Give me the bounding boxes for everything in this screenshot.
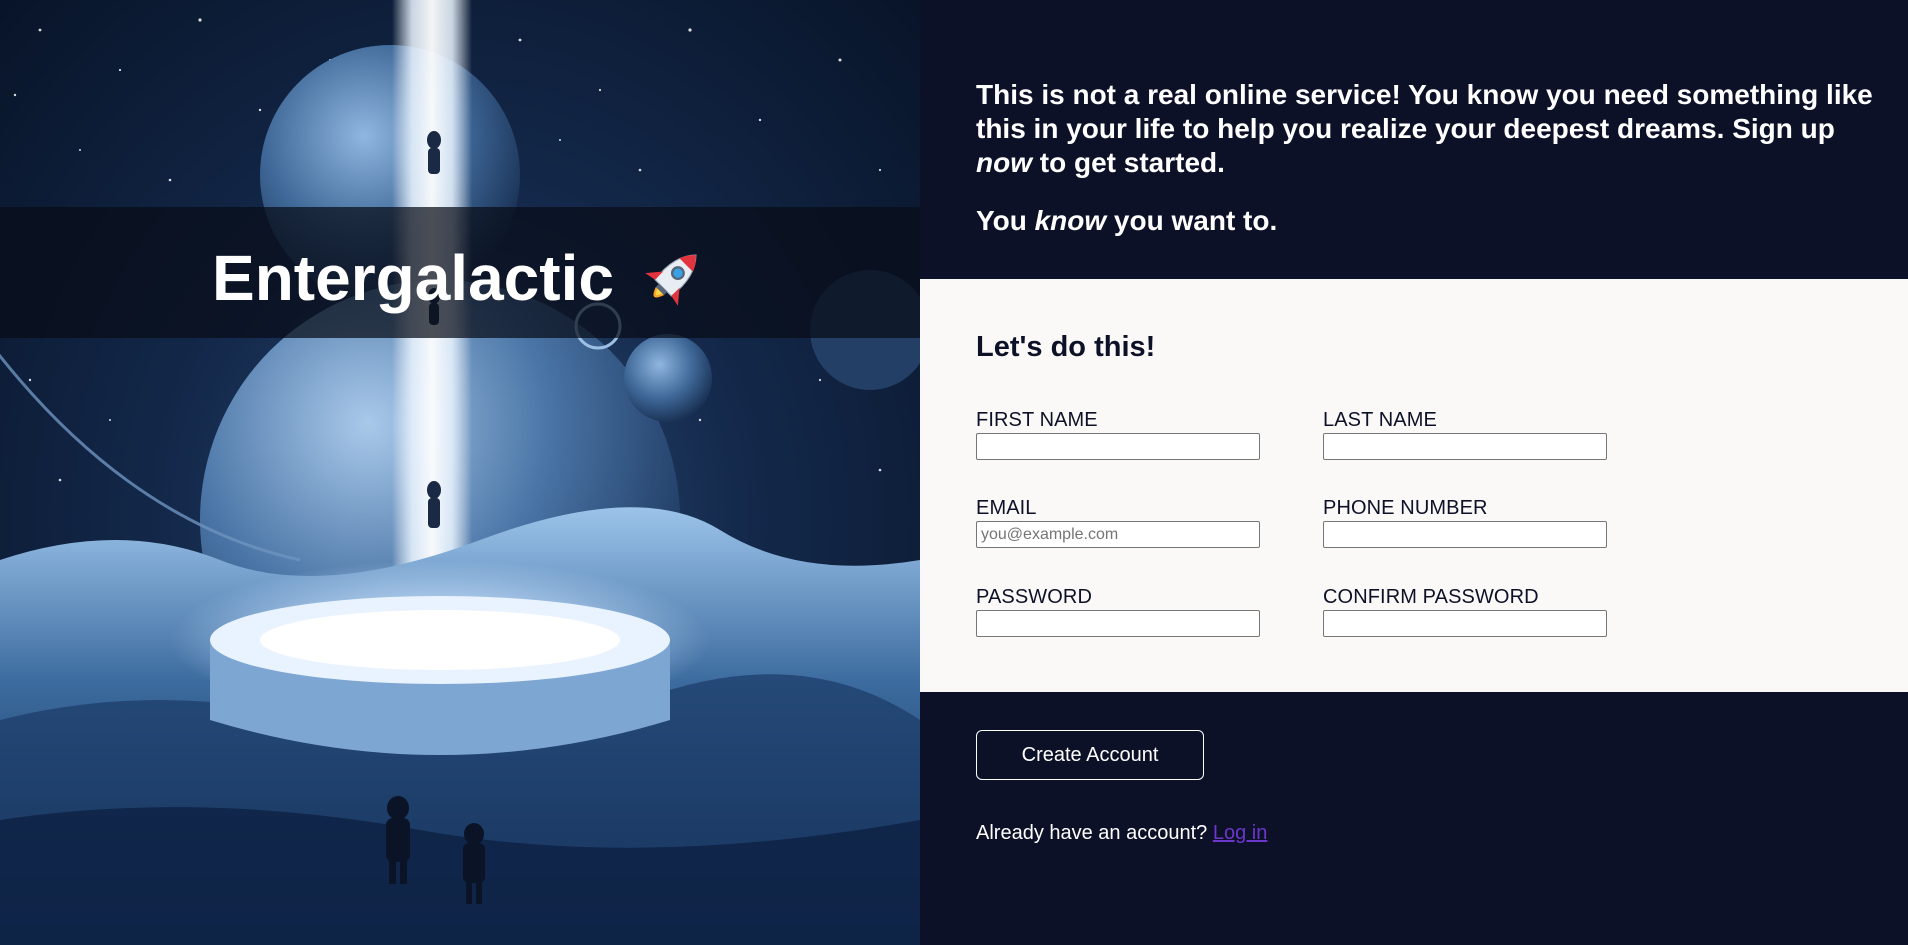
phone-field-group: PHONE NUMBER — [1323, 497, 1609, 548]
last-name-field-group: LAST NAME — [1323, 409, 1609, 460]
tagline-emphasis: know — [1034, 205, 1107, 236]
first-name-label: FIRST NAME — [976, 409, 1098, 431]
password-input[interactable] — [976, 610, 1260, 637]
email-field-group: EMAIL — [976, 497, 1262, 548]
phone-input[interactable] — [1323, 521, 1607, 548]
create-account-button[interactable]: Create Account — [976, 730, 1204, 780]
tagline-text-part: You — [976, 205, 1035, 236]
signup-panel: This is not a real online service! You k… — [920, 0, 1908, 945]
signup-form: Let's do this! FIRST NAME LAST NAME EMAI… — [920, 279, 1908, 692]
intro-emphasis: now — [976, 147, 1032, 178]
last-name-input[interactable] — [1323, 433, 1607, 460]
brand-title: Entergalactic — [212, 242, 614, 314]
email-label: EMAIL — [976, 497, 1037, 519]
hero-image: Entergalactic — [0, 0, 920, 945]
login-prompt-text: Already have an account? — [976, 822, 1213, 844]
login-link[interactable]: Log in — [1213, 822, 1268, 844]
tagline-text-part: you want to. — [1106, 205, 1278, 236]
form-heading: Let's do this! — [976, 331, 1156, 363]
password-label: PASSWORD — [976, 586, 1092, 608]
login-prompt: Already have an account? Log in — [976, 822, 1267, 845]
first-name-field-group: FIRST NAME — [976, 409, 1262, 460]
confirm-password-field-group: CONFIRM PASSWORD — [1323, 586, 1609, 637]
intro-paragraph: This is not a real online service! You k… — [976, 78, 1886, 180]
rocket-icon — [636, 241, 710, 315]
email-input[interactable] — [976, 521, 1260, 548]
space-scene-illustration — [0, 0, 920, 945]
confirm-password-label: CONFIRM PASSWORD — [1323, 586, 1539, 608]
password-field-group: PASSWORD — [976, 586, 1262, 637]
first-name-input[interactable] — [976, 433, 1260, 460]
brand-logo: Entergalactic — [212, 238, 710, 318]
intro-text-part: This is not a real online service! You k… — [976, 79, 1873, 144]
intro-text-part: to get started. — [1032, 147, 1225, 178]
signup-page: Entergalactic This is not a real online … — [0, 0, 1908, 945]
last-name-label: LAST NAME — [1323, 409, 1437, 431]
phone-label: PHONE NUMBER — [1323, 497, 1488, 519]
intro-text: This is not a real online service! You k… — [976, 78, 1886, 238]
intro-tagline: You know you want to. — [976, 204, 1886, 238]
confirm-password-input[interactable] — [1323, 610, 1607, 637]
